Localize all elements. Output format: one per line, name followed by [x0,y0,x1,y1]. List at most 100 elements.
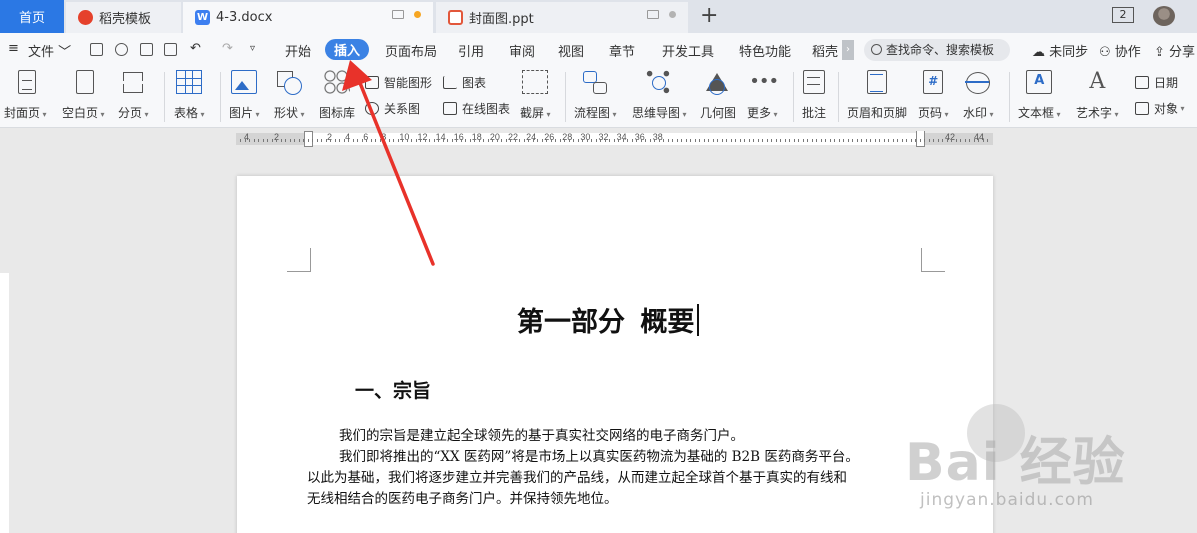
screenshot-button[interactable]: 截屏 [520,70,551,121]
shape-button[interactable]: 形状 [274,70,305,121]
menu-page-layout[interactable]: 页面布局 [385,41,437,60]
ruler-tick [870,139,871,142]
smart-art-button[interactable]: 智能图形 [365,74,432,91]
vertical-ruler[interactable] [0,153,9,533]
ruler-tick [244,139,246,142]
ruler-tick [564,139,565,142]
share-button[interactable]: ⇪ 分享 [1154,41,1195,60]
unsaved-dot-icon[interactable] [414,11,421,18]
print-preview-icon[interactable] [164,43,177,56]
menu-insert[interactable]: 插入 [325,39,370,60]
section-heading[interactable]: 一、宗旨 [355,376,431,403]
shape-icon [276,70,303,95]
print-icon[interactable] [140,43,153,56]
format-painter-icon[interactable] [115,43,128,56]
ruler-tick [519,139,520,142]
ruler-tick [478,139,480,142]
ruler-tick [258,139,259,142]
page-break-icon [120,70,146,94]
ruler-label: 12 [417,132,428,142]
ruler-tick [586,139,588,142]
comment-button[interactable]: 批注 [802,70,826,121]
menu-bar: ≡ 文件 ﹀ ↶ ↷ ▿ 开始 插入 页面布局 引用 审阅 视图 章节 开发工具… [0,33,1197,66]
document-title[interactable]: 第一部分 概要 [517,300,700,339]
new-tab-button[interactable]: + [700,4,718,28]
close-dot-icon[interactable] [669,11,676,18]
chart-button[interactable]: 图表 [443,74,486,91]
paragraph-line: 以此为基础，我们将逐步建立并完善我们的产品线，从而建立起全球首个基于真实的有线和 [307,470,847,486]
menu-chapter[interactable]: 章节 [609,41,635,60]
menu-view[interactable]: 视图 [558,41,584,60]
avatar[interactable] [1153,6,1175,26]
ruler-tick [505,139,507,142]
hamburger-icon[interactable]: ≡ [8,41,19,56]
picture-button[interactable]: 图片 [229,70,260,121]
menu-daoke[interactable]: 稻壳 [812,41,838,60]
monitor-icon[interactable] [647,10,659,19]
redo-icon[interactable]: ↷ [222,41,233,56]
tab-document[interactable]: W 4-3.docx [183,2,433,33]
menu-start[interactable]: 开始 [285,41,311,60]
ruler-tick [667,139,669,142]
object-button[interactable]: 对象 ▾ [1135,100,1185,117]
blank-page-button[interactable]: 空白页 [62,70,105,121]
header-footer-button[interactable]: 页眉和页脚 [847,70,907,121]
menu-scroll-right-button[interactable]: › [842,40,854,60]
command-search-input[interactable]: 查找命令、搜索模板 [864,39,1010,61]
wordart-button[interactable]: A 艺术字 [1076,70,1119,121]
textbox-icon: A [1026,70,1053,94]
menu-references[interactable]: 引用 [458,41,484,60]
mindmap-button[interactable]: 思维导图 [632,70,687,121]
ruler-tick [307,139,309,142]
sync-status[interactable]: ☁ 未同步 [1032,41,1088,60]
collaborate-button[interactable]: ⚇ 协作 [1099,41,1141,60]
cover-page-button[interactable]: 封面页 [4,70,47,121]
ruler-tick [847,139,849,142]
ruler-tick [852,139,853,142]
ruler-tick [591,139,592,142]
file-menu[interactable]: 文件 ﹀ [28,41,71,60]
ruler-tick [393,139,394,142]
date-button[interactable]: 日期 [1135,74,1178,91]
page-number-button[interactable]: # 页码 [918,70,949,121]
ruler-tick [654,139,655,142]
more-button[interactable]: ••• 更多 [747,70,779,121]
ruler-tick [595,139,597,142]
ruler-tick [937,139,939,142]
online-chart-button[interactable]: 在线图表 [443,100,510,117]
save-icon[interactable] [90,43,103,56]
textbox-button[interactable]: A 文本框 [1018,70,1061,121]
ruler-tick [685,139,687,142]
ruler-tick [537,139,538,142]
ruler-tick [672,139,673,142]
relation-chart-button[interactable]: 关系图 [365,100,420,117]
watermark-button[interactable]: 水印 [963,70,994,121]
ruler-tick [811,139,813,142]
monitor-icon[interactable] [392,10,404,19]
horizontal-ruler[interactable]: 4 2 2 4 6 8 10 12 14 16 18 20 22 24 26 28 30 32 34 36 38 42 44 [0,129,1197,153]
window-count-badge[interactable]: 2 [1112,7,1134,23]
tab-template[interactable]: 稻壳模板 [66,2,181,33]
ruler-tick [906,139,907,142]
menu-special-features[interactable]: 特色功能 [739,41,791,60]
ruler-tick [649,139,651,142]
flowchart-button[interactable]: 流程图 [574,70,617,121]
body-paragraph[interactable]: 我们的宗旨是建立起全球领先的基于真实社交网络的电子商务门户。 我们即将推出的“X… [307,426,927,510]
menu-review[interactable]: 审阅 [509,41,535,60]
geometry-button[interactable]: 几何图 [700,70,736,121]
chart-icon [443,76,457,89]
ruler-tick [964,139,966,142]
ruler-tick [708,139,709,142]
page-break-button[interactable]: 分页 [118,70,149,121]
watermark-url: jingyan.baidu.com [920,490,1094,510]
ruler-tick [334,139,336,142]
paragraph-line: 我们的宗旨是建立起全球领先的基于真实社交网络的电子商务门户。 [339,428,744,444]
tab-home[interactable]: 首页 [0,0,64,33]
table-button[interactable]: 表格 [174,70,205,121]
tab-presentation[interactable]: 封面图.ppt [436,2,688,33]
undo-icon[interactable]: ↶ [190,41,201,56]
quick-access-dropdown-icon[interactable]: ▿ [250,43,255,54]
document-page[interactable]: 第一部分 概要 一、宗旨 我们的宗旨是建立起全球领先的基于真实社交网络的电子商务… [237,176,993,533]
icon-library-button[interactable]: 图标库 [319,70,355,121]
menu-developer[interactable]: 开发工具 [662,41,714,60]
